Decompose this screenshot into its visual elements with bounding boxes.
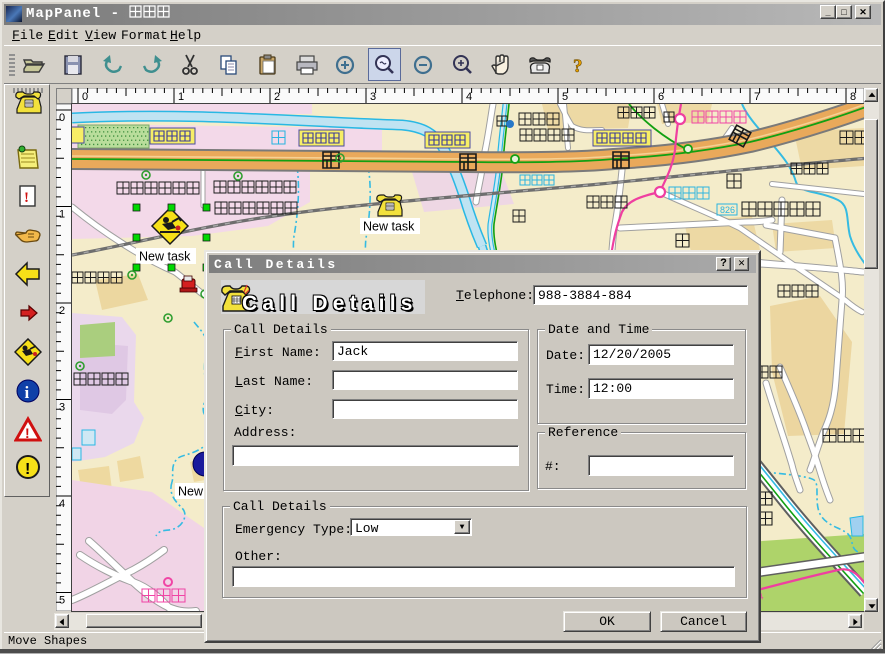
svg-text:!: ! — [25, 461, 30, 478]
svg-text:!: ! — [25, 425, 30, 441]
svg-text:5: 5 — [562, 91, 568, 103]
svg-text:0: 0 — [59, 112, 65, 124]
svg-text:6: 6 — [658, 91, 664, 103]
svg-text:2: 2 — [274, 91, 280, 103]
svg-text:826: 826 — [720, 205, 735, 215]
svg-text:New task: New task — [363, 220, 415, 234]
svg-text:5: 5 — [59, 595, 65, 607]
svg-text:4: 4 — [466, 91, 472, 103]
svg-text:1: 1 — [59, 209, 65, 221]
svg-text:7: 7 — [754, 91, 760, 103]
svg-text:i: i — [25, 383, 30, 402]
svg-text:3: 3 — [59, 402, 65, 414]
svg-text:8: 8 — [850, 91, 856, 103]
svg-text:4: 4 — [59, 498, 65, 510]
svg-text:1: 1 — [178, 91, 184, 103]
svg-text:3: 3 — [370, 91, 376, 103]
svg-text:?: ? — [573, 56, 583, 77]
svg-text:2: 2 — [59, 305, 65, 317]
svg-text:0: 0 — [82, 91, 88, 103]
svg-text:!: ! — [24, 190, 29, 206]
svg-text:New task: New task — [139, 250, 191, 264]
